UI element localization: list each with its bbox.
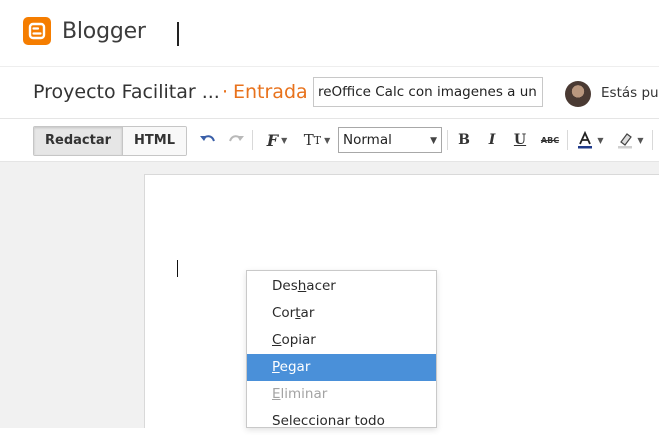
html-mode-button[interactable]: HTML: [122, 127, 186, 155]
blogger-logo-icon[interactable]: [23, 17, 51, 45]
italic-button[interactable]: I: [483, 129, 501, 151]
section-label: Entrada: [233, 81, 308, 103]
redo-icon[interactable]: [226, 129, 246, 151]
menu-item-cortar[interactable]: Cortar: [247, 300, 436, 327]
publish-status: Estás pub: [601, 85, 659, 101]
toolbar-divider: [652, 130, 653, 150]
breadcrumb-separator: ·: [222, 81, 229, 103]
menu-item-eliminar: Eliminar: [272, 386, 328, 402]
post-header: Proyecto Facilitar ... · Entrada Estás p…: [0, 66, 659, 118]
menu-item-seleccionar-todo[interactable]: Seleccionar todo: [247, 408, 436, 435]
toolbar-divider: [567, 130, 568, 150]
post-title-field[interactable]: [313, 77, 543, 107]
undo-icon[interactable]: [198, 129, 218, 151]
highlight-color-icon[interactable]: ▼: [614, 129, 646, 151]
post-title-input[interactable]: [318, 78, 538, 106]
toolbar-divider: [252, 130, 253, 150]
text-cursor-divider: [177, 22, 179, 46]
text-color-icon[interactable]: ▼: [574, 129, 606, 151]
editor-toolbar: Redactar HTML F ▼ T T ▼ Normal ▼ B I U ABC …: [0, 118, 659, 162]
font-family-icon[interactable]: F ▼: [260, 129, 294, 151]
context-menu: Deshacer Cortar Copiar Pegar Eliminar Se…: [246, 270, 437, 429]
format-value: Normal: [343, 132, 392, 148]
chevron-down-icon: ▼: [430, 136, 437, 146]
menu-item-copiar[interactable]: Copiar: [247, 327, 436, 354]
text-caret: [177, 260, 178, 277]
app-bar: Blogger: [0, 0, 659, 66]
paragraph-format-select[interactable]: Normal ▼: [338, 127, 442, 153]
bold-button[interactable]: B: [455, 129, 473, 151]
avatar[interactable]: [565, 81, 591, 107]
mode-switch: Redactar HTML: [33, 126, 187, 156]
compose-mode-button[interactable]: Redactar: [34, 127, 123, 155]
toolbar-divider: [447, 130, 448, 150]
menu-item-pegar[interactable]: Pegar: [247, 354, 436, 381]
blog-name-link[interactable]: Proyecto Facilitar ...: [33, 81, 220, 103]
app-brand: Blogger: [62, 19, 146, 44]
font-size-icon[interactable]: T T ▼: [300, 129, 334, 151]
underline-button[interactable]: U: [511, 129, 529, 151]
strikethrough-button[interactable]: ABC: [539, 129, 561, 151]
menu-item-deshacer[interactable]: Deshacer: [247, 273, 436, 300]
